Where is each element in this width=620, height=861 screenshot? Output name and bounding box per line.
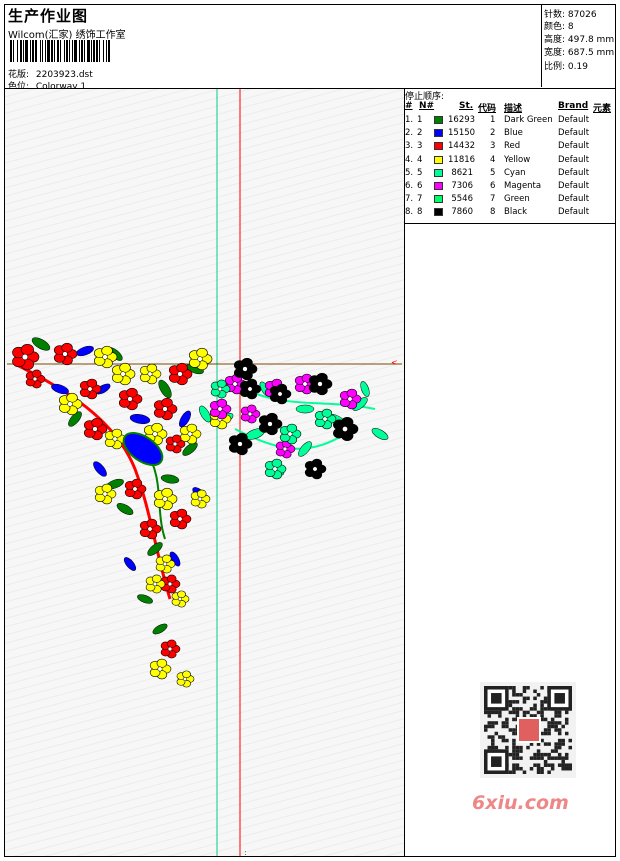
- table-header: # N# St. 代码 描述 Brand 元素: [405, 101, 616, 114]
- color-swatch: [434, 168, 443, 177]
- embroidery-preview: < :: [7, 89, 402, 857]
- row-num: 2.: [405, 128, 414, 139]
- row-brand: Default: [558, 167, 590, 178]
- table-row: 8. 8 7860 8 Black Default: [405, 207, 616, 220]
- row-code: 6: [490, 181, 496, 191]
- col-desc: 描述: [504, 104, 523, 114]
- stat-value: 687.5 mm: [567, 48, 615, 58]
- row-code: 2: [490, 128, 496, 139]
- color-swatch: [434, 182, 443, 190]
- qr-image: [480, 682, 576, 778]
- row-n: 1: [417, 115, 423, 125]
- table-row: 7. 7 5546 7 Green Default: [405, 194, 616, 207]
- table-row: 3. 3 14432 3 Red Default: [405, 141, 616, 154]
- row-n: 7: [417, 194, 423, 205]
- panel-separator: [405, 223, 616, 224]
- row-stitches: 11816: [448, 154, 476, 165]
- row-stitches: 8621: [451, 167, 473, 178]
- color-swatch: [434, 208, 443, 217]
- stat-value: 497.8 mm: [567, 35, 615, 45]
- row-n: 5: [417, 167, 423, 178]
- watermark-text: 6xiu.com: [472, 792, 569, 814]
- row-desc: Dark Green: [504, 115, 553, 125]
- stat-height: 高度: 497.8 mm: [544, 32, 614, 45]
- table-row: 4. 4 11816 4 Yellow Default: [405, 155, 616, 168]
- row-code: 8: [490, 207, 496, 218]
- row-stitches: 15150: [448, 128, 476, 139]
- stats-panel: 针数: 87026 颜色: 8 高度: 497.8 mm 宽度: 687.5 m…: [541, 5, 616, 87]
- col-brand: Brand: [558, 101, 589, 111]
- row-num: 6.: [405, 181, 414, 191]
- studio-name: Wilcom(汇家) 绣饰工作室: [8, 30, 126, 41]
- row-num: 3.: [405, 141, 414, 152]
- row-brand: Default: [558, 207, 590, 218]
- row-brand: Default: [558, 115, 590, 125]
- row-num: 8.: [405, 207, 414, 218]
- row-stitches: 7860: [451, 207, 473, 218]
- row-code: 4: [490, 154, 496, 165]
- color-swatch: [434, 155, 443, 164]
- row-num: 4.: [405, 154, 414, 165]
- color-swatch: [434, 116, 443, 124]
- page-title: 生产作业图: [8, 7, 89, 25]
- row-desc: Blue: [504, 128, 523, 139]
- row-n: 2: [417, 128, 423, 139]
- barcode-image: [10, 40, 146, 62]
- row-num: 7.: [405, 194, 414, 205]
- row-code: 1: [490, 115, 496, 125]
- design-canvas[interactable]: < :: [5, 89, 404, 857]
- stat-label: 宽度:: [544, 48, 566, 58]
- stat-label: 高度:: [544, 35, 566, 45]
- col-num: #: [405, 101, 413, 111]
- row-stitches: 7306: [451, 181, 473, 191]
- row-num: 5.: [405, 167, 414, 178]
- table-row: 6. 6 7306 6 Magenta Default: [405, 181, 616, 194]
- row-code: 7: [490, 194, 496, 205]
- header-info: 生产作业图 Wilcom(汇家) 绣饰工作室 花版: 2203923.dst 色…: [5, 5, 541, 92]
- qr-code: [472, 682, 584, 778]
- col-n: N#: [419, 101, 435, 111]
- row-desc: Red: [504, 141, 521, 152]
- row-brand: Default: [558, 154, 590, 165]
- row-code: 5: [490, 167, 496, 178]
- row-n: 3: [417, 141, 423, 152]
- table-row: 2. 2 15150 2 Blue Default: [405, 128, 616, 141]
- stat-scale: 比例: 0.19: [544, 59, 588, 72]
- stat-label: 比例:: [544, 62, 566, 72]
- col-st: St.: [459, 101, 474, 111]
- row-brand: Default: [558, 194, 590, 205]
- row-desc: Yellow: [504, 154, 531, 165]
- color-swatch: [434, 129, 443, 138]
- stat-value: 0.19: [567, 62, 588, 72]
- col-code: 代码: [478, 104, 497, 114]
- seal-stamp: [517, 717, 541, 743]
- table-row: 1. 1 16293 1 Dark Green Default: [405, 115, 616, 128]
- guide-marker: <: [391, 358, 398, 367]
- row-stitches: 16293: [448, 115, 476, 125]
- row-brand: Default: [558, 181, 590, 191]
- stat-colors: 颜色: 8: [544, 19, 574, 32]
- col-element: 元素: [593, 104, 612, 114]
- row-n: 4: [417, 154, 423, 165]
- stat-label: 颜色:: [544, 22, 566, 32]
- stat-width: 宽度: 687.5 mm: [544, 45, 614, 58]
- row-brand: Default: [558, 141, 590, 152]
- row-desc: Magenta: [504, 181, 542, 191]
- row-desc: Black: [504, 207, 527, 218]
- row-desc: Green: [504, 194, 530, 205]
- row-brand: Default: [558, 128, 590, 139]
- color-swatch: [434, 195, 443, 204]
- guide-tick: :: [244, 848, 247, 856]
- embroidery-design: [12, 337, 389, 688]
- row-n: 8: [417, 207, 423, 218]
- row-n: 6: [417, 181, 423, 191]
- table-row: 5. 5 8621 5 Cyan Default: [405, 168, 616, 181]
- color-swatch: [434, 142, 443, 151]
- row-code: 3: [490, 141, 496, 152]
- row-stitches: 14432: [448, 141, 476, 152]
- row-num: 1.: [405, 115, 414, 125]
- stat-value: 8: [567, 22, 574, 32]
- row-stitches: 5546: [451, 194, 473, 205]
- row-desc: Cyan: [504, 167, 526, 178]
